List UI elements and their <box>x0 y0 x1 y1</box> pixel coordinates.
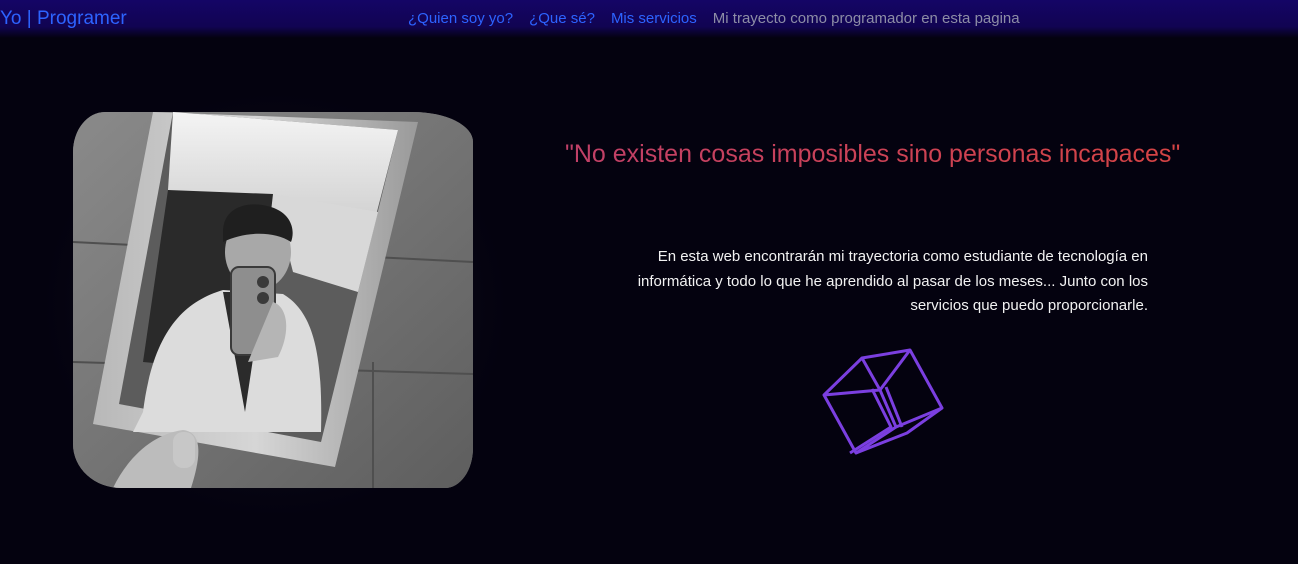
nav-link-que-se[interactable]: ¿Que sé? <box>529 10 595 27</box>
nav-links: ¿Quien soy yo? ¿Que sé? Mis servicios Mi… <box>408 10 1020 27</box>
wireframe-cube-icon <box>822 348 944 455</box>
navbar: Yo | Programer ¿Quien soy yo? ¿Que sé? M… <box>0 0 1298 38</box>
profile-photo-image <box>73 112 473 488</box>
nav-link-quien-soy-yo[interactable]: ¿Quien soy yo? <box>408 10 513 27</box>
nav-link-mis-servicios[interactable]: Mis servicios <box>611 10 697 27</box>
brand-link[interactable]: Yo | Programer <box>0 8 127 30</box>
nav-link-mi-trayecto[interactable]: Mi trayecto como programador en esta pag… <box>713 10 1020 27</box>
hero-intro-text: En esta web encontrarán mi trayectoria c… <box>637 248 1148 314</box>
profile-photo <box>73 112 473 488</box>
hero-quote: "No existen cosas imposibles sino person… <box>565 140 1265 169</box>
